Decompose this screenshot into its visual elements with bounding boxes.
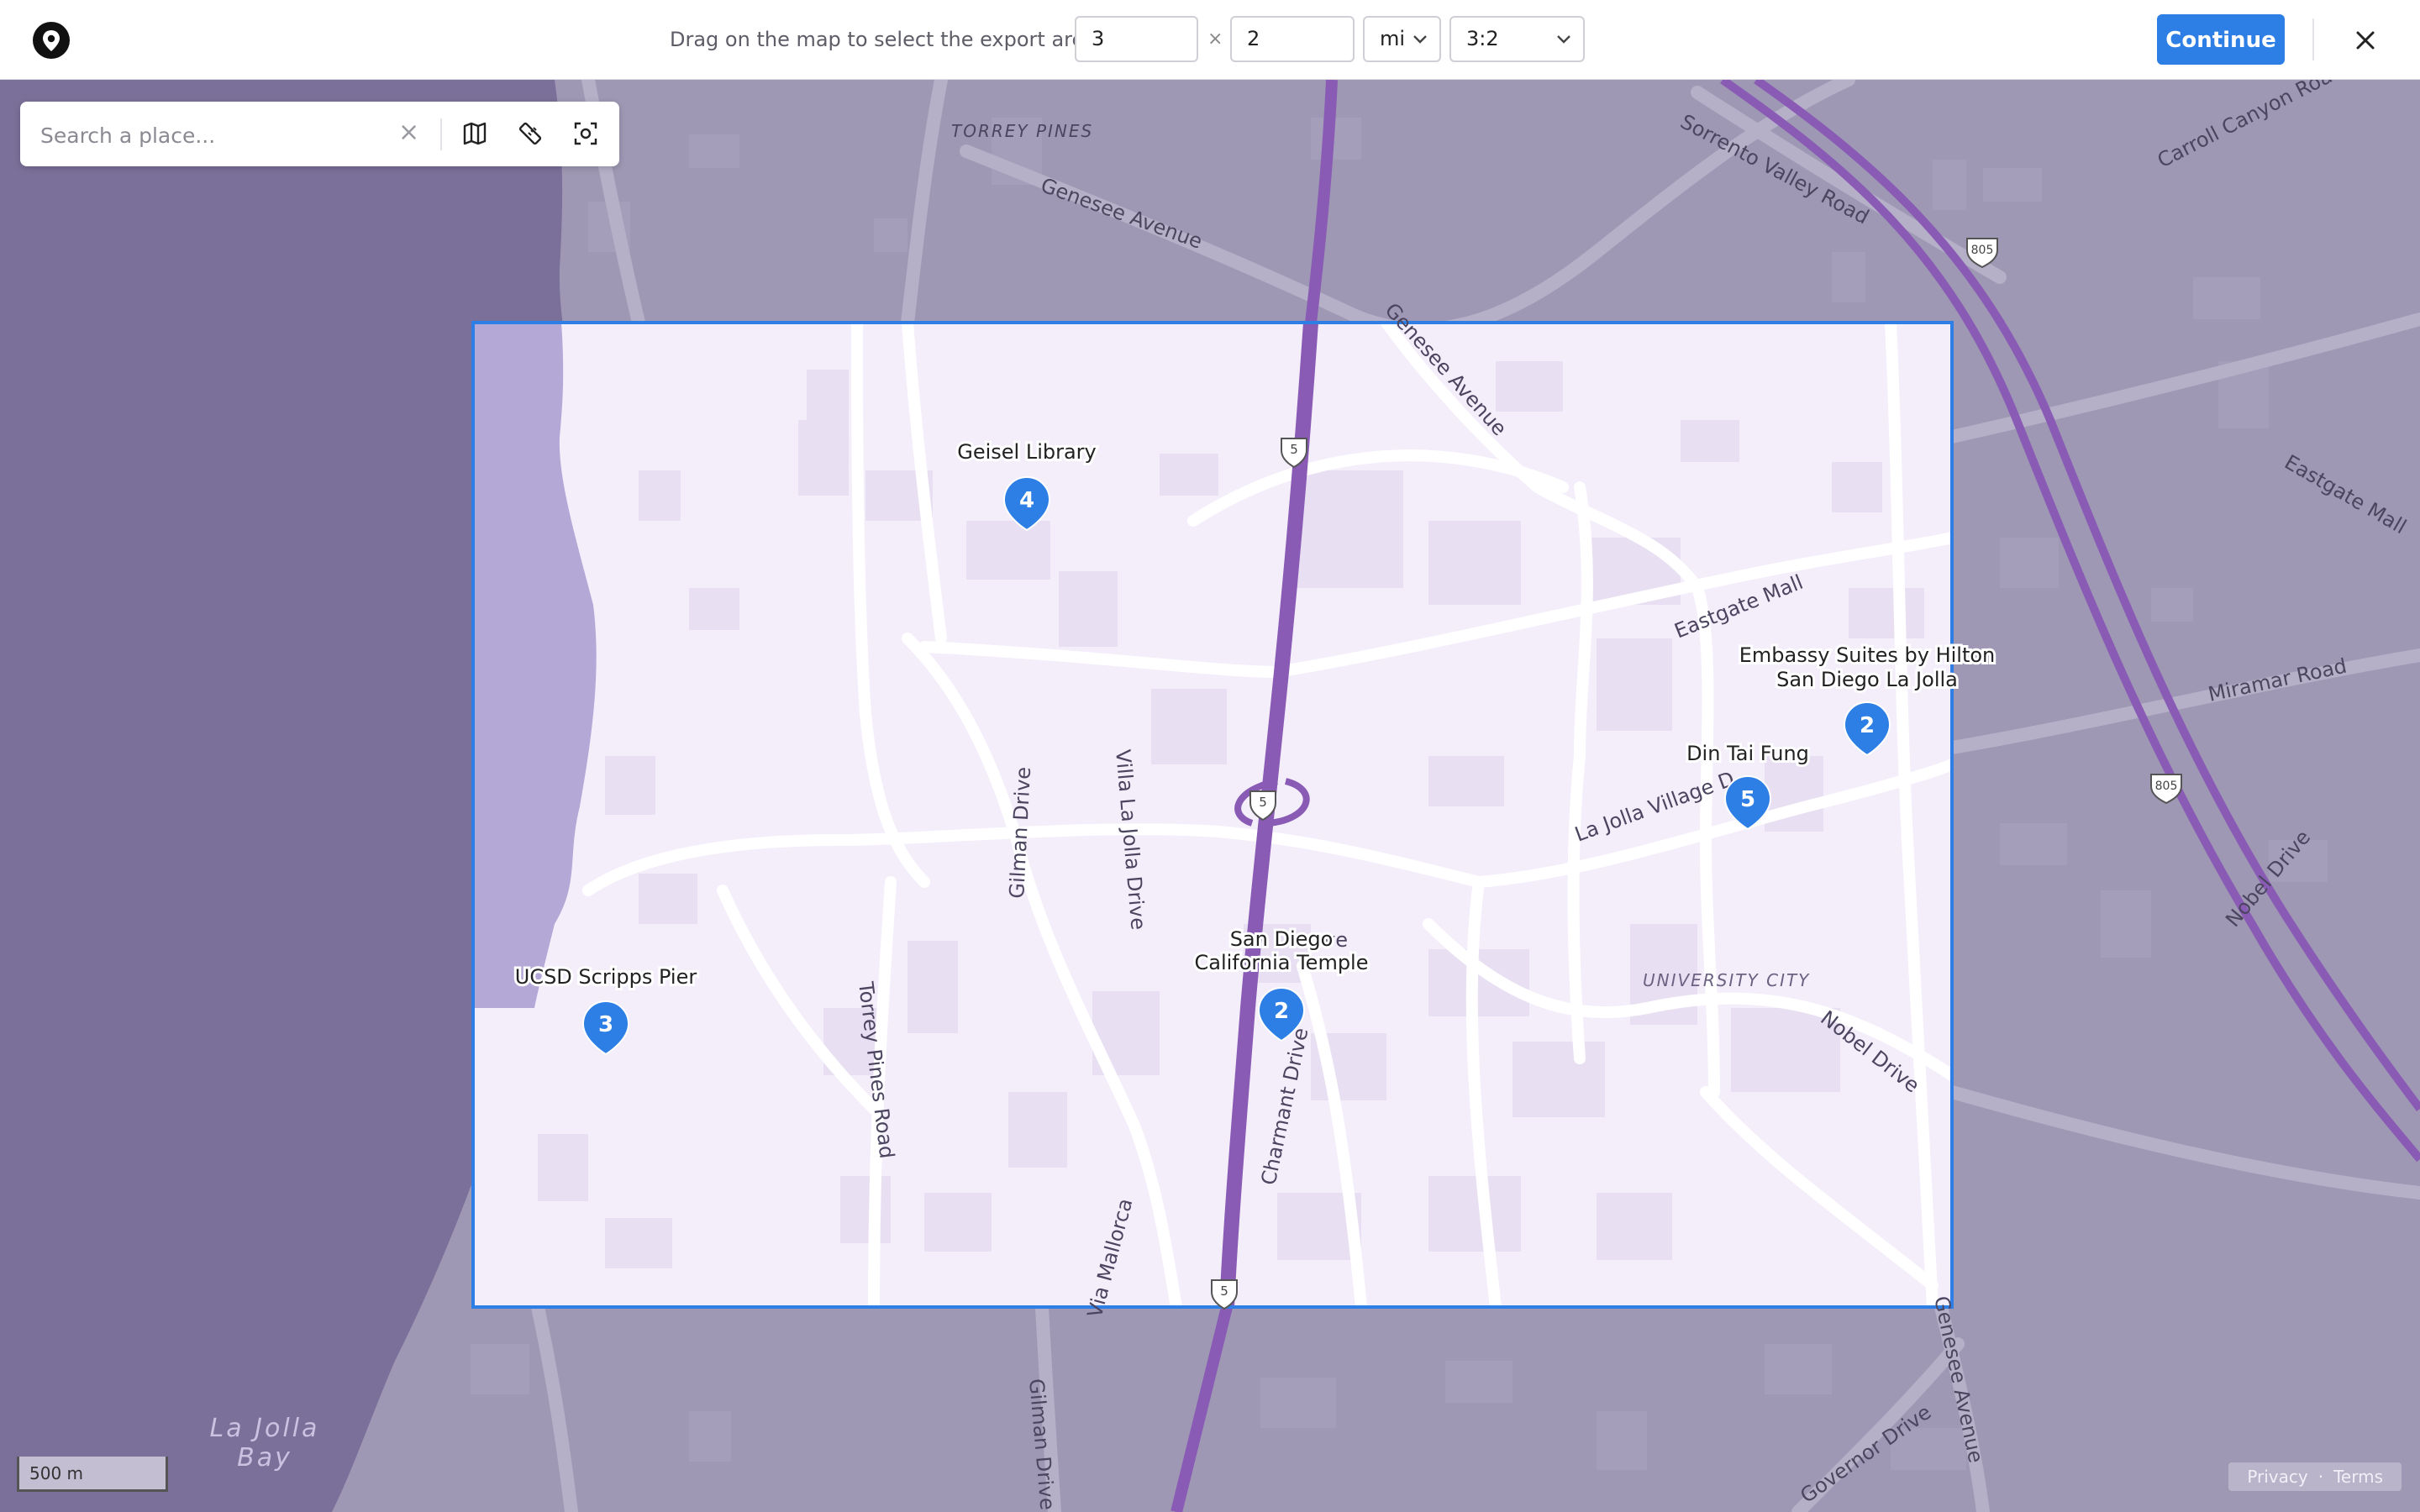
marker-label: UCSD Scripps Pier bbox=[515, 965, 697, 989]
scale-bar: 500 m bbox=[17, 1457, 168, 1492]
continue-button[interactable]: Continue bbox=[2157, 14, 2285, 65]
ruler-icon[interactable] bbox=[516, 119, 544, 148]
map-style-icon[interactable] bbox=[460, 119, 489, 148]
unit-select[interactable]: mi bbox=[1363, 16, 1441, 62]
marker-number: 2 bbox=[1274, 999, 1289, 1024]
marker-label: California Temple bbox=[1195, 951, 1369, 974]
marker-number: 5 bbox=[1740, 787, 1755, 812]
marker-label: Din Tai Fung bbox=[1686, 742, 1809, 765]
width-input[interactable]: 3 bbox=[1075, 16, 1198, 62]
top-toolbar: Drag on the map to select the export are… bbox=[0, 0, 2420, 80]
footer-links: Privacy · Terms bbox=[2228, 1462, 2402, 1491]
area-label-torrey-pines: TORREY PINES bbox=[951, 121, 1093, 141]
svg-text:5: 5 bbox=[1220, 1284, 1228, 1299]
marker-number: 2 bbox=[1860, 713, 1875, 738]
marker-label: San Diego La Jolla bbox=[1776, 668, 1958, 691]
svg-text:805: 805 bbox=[1971, 244, 1994, 257]
marker-label: Embassy Suites by Hilton bbox=[1739, 643, 1996, 667]
svg-text:805: 805 bbox=[2155, 780, 2178, 793]
marker-number: 4 bbox=[1019, 488, 1034, 513]
times-sign: × bbox=[1207, 29, 1223, 50]
toolbar-divider bbox=[2312, 18, 2314, 60]
footer-separator: · bbox=[2317, 1467, 2324, 1487]
svg-text:5: 5 bbox=[1290, 442, 1298, 457]
marker-number: 3 bbox=[598, 1012, 613, 1037]
map-svg[interactable]: 5 5 5 805 805 TORREY PINES UNIVERSITY CI… bbox=[0, 80, 2420, 1512]
chevron-down-icon bbox=[1413, 35, 1427, 44]
clear-search-icon[interactable]: × bbox=[398, 118, 419, 147]
export-hint-text: Drag on the map to select the export are… bbox=[670, 28, 1097, 51]
search-box: × bbox=[20, 102, 619, 166]
marker-label: Geisel Library bbox=[957, 440, 1097, 464]
chevron-down-icon bbox=[1557, 35, 1570, 44]
ratio-select[interactable]: 3:2 bbox=[1449, 16, 1585, 62]
water-label-bay: Bay bbox=[237, 1443, 292, 1473]
height-input[interactable]: 2 bbox=[1230, 16, 1355, 62]
marker-label: San Diego bbox=[1230, 927, 1334, 951]
svg-text:5: 5 bbox=[1259, 795, 1267, 810]
unit-select-value: mi bbox=[1380, 27, 1406, 50]
map-canvas[interactable]: 5 5 5 805 805 TORREY PINES UNIVERSITY CI… bbox=[0, 80, 2420, 1512]
search-divider bbox=[440, 118, 442, 150]
app-logo-icon[interactable] bbox=[32, 21, 71, 60]
water-label-la-jolla: La Jolla bbox=[210, 1414, 320, 1443]
area-label-university-city: UNIVERSITY CITY bbox=[1643, 970, 1810, 990]
selection-area[interactable] bbox=[471, 321, 1954, 1309]
ratio-select-value: 3:2 bbox=[1466, 27, 1499, 50]
close-icon[interactable] bbox=[2349, 24, 2382, 57]
search-input[interactable] bbox=[39, 113, 395, 157]
privacy-link[interactable]: Privacy bbox=[2247, 1467, 2307, 1487]
locate-frame-icon[interactable] bbox=[571, 119, 600, 148]
terms-link[interactable]: Terms bbox=[2333, 1467, 2383, 1487]
